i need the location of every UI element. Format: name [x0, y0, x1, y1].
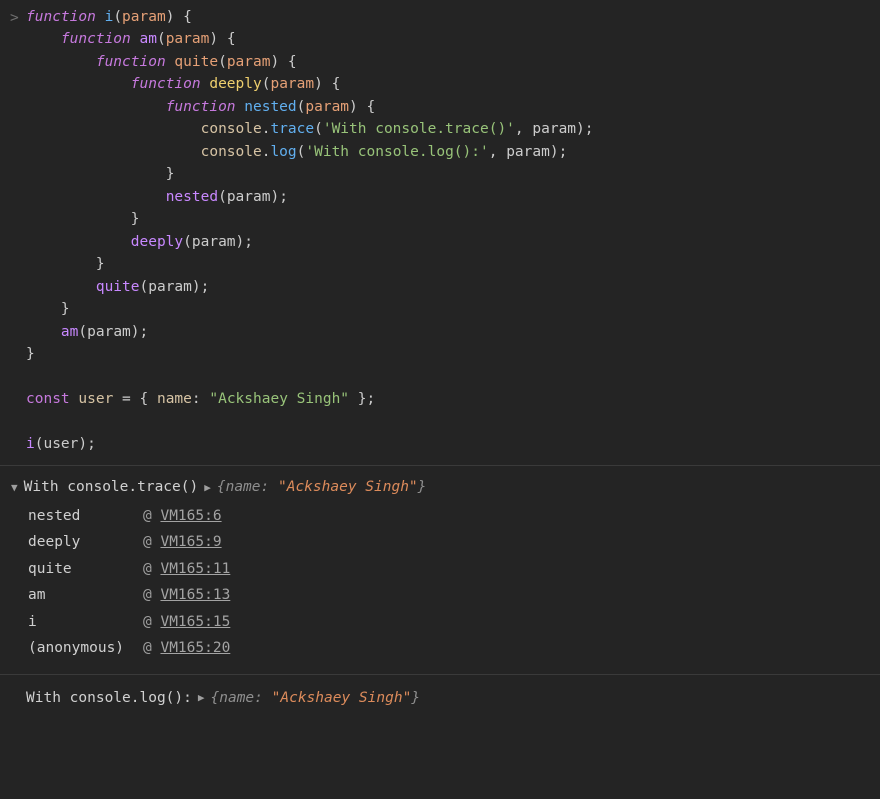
code-block: function i(param) { function am(param) {… [26, 6, 876, 455]
code-line: function quite(param) { [26, 51, 876, 73]
code-line: } [26, 208, 876, 230]
stack-frame-source-cell: @ VM165:13 [143, 582, 238, 608]
stack-frame-function: deeply [28, 529, 143, 555]
code-line: } [26, 298, 876, 320]
source-link[interactable]: VM165:6 [160, 508, 221, 524]
stack-frame-row: deeply@ VM165:9 [28, 529, 238, 555]
code-line: } [26, 163, 876, 185]
trace-title: With console.trace() [24, 476, 199, 498]
stack-frame-row: nested@ VM165:6 [28, 503, 238, 529]
console-trace-output: ▼ With console.trace() ▶ {name: "Ackshae… [0, 466, 880, 674]
stack-frame-row: am@ VM165:13 [28, 582, 238, 608]
stack-trace-table: nested@ VM165:6deeply@ VM165:9quite@ VM1… [28, 503, 238, 662]
code-line [26, 366, 876, 388]
stack-frame-function: am [28, 582, 143, 608]
code-line [26, 410, 876, 432]
stack-frame-function: (anonymous) [28, 635, 143, 661]
code-line: nested(param); [26, 186, 876, 208]
code-line: quite(param); [26, 276, 876, 298]
trace-object-preview[interactable]: {name: "Ackshaey Singh"} [217, 476, 427, 498]
source-link[interactable]: VM165:20 [160, 640, 230, 656]
prompt-chevron-icon: > [10, 7, 19, 29]
code-line: function am(param) { [26, 28, 876, 50]
expand-right-icon[interactable]: ▶ [198, 689, 205, 706]
stack-frame-function: quite [28, 556, 143, 582]
stack-frame-source-cell: @ VM165:6 [143, 503, 238, 529]
code-line: am(param); [26, 321, 876, 343]
source-link[interactable]: VM165:9 [160, 534, 221, 550]
code-line: i(user); [26, 433, 876, 455]
code-line: const user = { name: "Ackshaey Singh" }; [26, 388, 876, 410]
source-link[interactable]: VM165:13 [160, 587, 230, 603]
stack-frame-source-cell: @ VM165:11 [143, 556, 238, 582]
stack-frame-function: i [28, 609, 143, 635]
stack-frame-function: nested [28, 503, 143, 529]
stack-frame-source-cell: @ VM165:20 [143, 635, 238, 661]
stack-frame-row: (anonymous)@ VM165:20 [28, 635, 238, 661]
expand-right-icon[interactable]: ▶ [204, 479, 211, 496]
expand-down-icon[interactable]: ▼ [11, 479, 18, 496]
code-line: function i(param) { [26, 6, 876, 28]
code-line: console.trace('With console.trace()', pa… [26, 118, 876, 140]
code-line: function deeply(param) { [26, 73, 876, 95]
log-title: With console.log(): [26, 687, 192, 709]
stack-frame-row: i@ VM165:15 [28, 609, 238, 635]
stack-frame-source-cell: @ VM165:15 [143, 609, 238, 635]
code-line: console.log('With console.log():', param… [26, 141, 876, 163]
stack-frame-source-cell: @ VM165:9 [143, 529, 238, 555]
stack-frame-row: quite@ VM165:11 [28, 556, 238, 582]
code-line: function nested(param) { [26, 96, 876, 118]
log-object-preview[interactable]: {name: "Ackshaey Singh"} [211, 687, 421, 709]
code-line: deeply(param); [26, 231, 876, 253]
source-link[interactable]: VM165:11 [160, 561, 230, 577]
code-line: } [26, 253, 876, 275]
trace-header[interactable]: ▼ With console.trace() ▶ {name: "Ackshae… [26, 472, 876, 500]
code-line: } [26, 343, 876, 365]
console-log-output: With console.log(): ▶ {name: "Ackshaey S… [0, 675, 880, 721]
source-link[interactable]: VM165:15 [160, 614, 230, 630]
console-input[interactable]: > function i(param) { function am(param)… [0, 0, 880, 466]
